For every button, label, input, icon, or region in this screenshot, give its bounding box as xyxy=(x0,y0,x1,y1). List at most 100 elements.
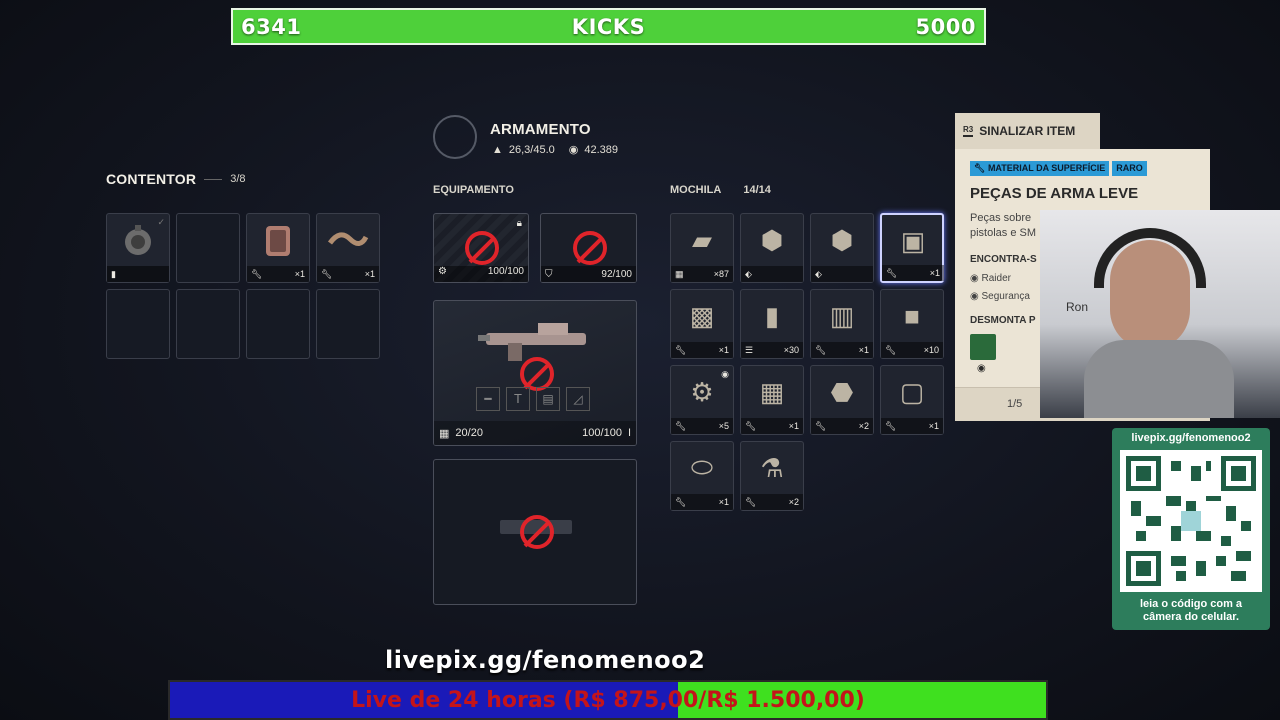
slot-footer: 🔧︎ ×10 xyxy=(881,342,943,358)
durability-icon: I xyxy=(627,427,631,439)
shield-slot[interactable]: ⛉ 92/100 xyxy=(540,213,637,283)
machine-icon: ▥ xyxy=(829,300,855,331)
backpack-slot-4[interactable]: ▣ 🔧︎ ×1 xyxy=(880,213,944,283)
backpack-slot-8[interactable]: ■ 🔧︎ ×10 xyxy=(880,289,944,359)
magazine-attachment-icon[interactable]: ▤ xyxy=(536,387,560,411)
muzzle-attachment-icon[interactable]: ━ xyxy=(476,387,500,411)
metal-part-icon: ⬢ xyxy=(760,224,784,255)
augment-slot[interactable]: 🔒︎ ⚙ 100/100 xyxy=(433,213,529,283)
qr-code-icon[interactable] xyxy=(1120,450,1262,592)
slot-footer: 🔧︎ ×1 xyxy=(671,494,733,510)
container-slot-3[interactable]: 🔧︎ ×1 xyxy=(246,213,310,283)
slot-footer: ⛉ 92/100 xyxy=(541,266,636,282)
slot-footer: 🔧︎ ×2 xyxy=(741,494,803,510)
slot-footer: ⚙ 100/100 xyxy=(434,266,528,282)
shield-durability: 92/100 xyxy=(601,268,632,280)
loadout-avatar[interactable] xyxy=(433,115,477,159)
slot-qty: ×1 xyxy=(718,345,729,355)
slot-footer: 🔧︎ ×1 xyxy=(881,418,943,434)
coin-icon: ◉ xyxy=(568,144,579,156)
book-icon: ▮ xyxy=(111,268,116,279)
slot-footer: ☰ ×30 xyxy=(741,342,803,358)
backpack-slot-9[interactable]: ⚙ 🔧︎ ×5 ◉ xyxy=(670,365,734,435)
equipment-label: EQUIPAMENTO xyxy=(433,184,514,196)
backpack-slot-12[interactable]: ▢ 🔧︎ ×1 xyxy=(880,365,944,435)
wrench-icon: 🔧︎ xyxy=(745,420,757,431)
slot-footer: ⬖ xyxy=(811,266,873,282)
item-name: PEÇAS DE ARMA LEVE xyxy=(970,185,1139,202)
backpack-slot-1[interactable]: ▰ ▦ ×87 xyxy=(670,213,734,283)
canister-icon: ⬭ xyxy=(690,452,714,482)
dismantle-result-icon[interactable] xyxy=(970,334,996,360)
qr-caption: leia o código com a câmera do celular. xyxy=(1139,598,1243,623)
blocked-icon xyxy=(465,231,499,270)
container-slot-4[interactable]: 🔧︎ ×1 xyxy=(316,213,380,283)
container-slot-5[interactable] xyxy=(106,289,170,359)
backpack-slot-14[interactable]: ⚗ 🔧︎ ×2 xyxy=(740,441,804,511)
slot-footer: 🔧︎ ×1 xyxy=(811,342,873,358)
dismantle-label: DESMONTA P xyxy=(970,315,1036,326)
kicks-right-value: 5000 xyxy=(915,14,976,39)
slot-footer: 🔧︎ ×5 xyxy=(671,418,733,434)
backpack-slot-11[interactable]: ⬣ 🔧︎ ×2 xyxy=(810,365,874,435)
underbarrel-attachment-icon[interactable]: T xyxy=(506,387,530,411)
container-slot-7[interactable] xyxy=(246,289,310,359)
slot-footer: 🔧︎ ×1 xyxy=(671,342,733,358)
slot-footer: 🔧︎ ×1 xyxy=(741,418,803,434)
category-icon: ⬖ xyxy=(745,268,752,279)
slot-qty: ×1 xyxy=(858,345,869,355)
container-slot-1[interactable]: ✓ ▮ xyxy=(106,213,170,283)
slot-qty: ×2 xyxy=(788,497,799,507)
backpack-slot-5[interactable]: ▩ 🔧︎ ×1 xyxy=(670,289,734,359)
container-slot-8[interactable] xyxy=(316,289,380,359)
slot-footer: 🔧︎ ×1 xyxy=(317,266,379,282)
kicks-title: KICKS xyxy=(571,14,646,39)
backpack-slot-10[interactable]: ▦ 🔧︎ ×1 xyxy=(740,365,804,435)
slot-qty: ×1 xyxy=(788,421,799,431)
slot-qty: ×30 xyxy=(783,345,799,355)
lock-icon: 🔒︎ xyxy=(516,218,522,229)
streamer-shirt xyxy=(1084,340,1234,418)
found-entry-1: ◉ Raider xyxy=(970,273,1011,284)
item-description: Peças sobre pistolas e SM xyxy=(970,212,1037,239)
slot-footer: 🔧︎ ×1 xyxy=(882,265,944,281)
backpack-slot-7[interactable]: ▥ 🔧︎ ×1 xyxy=(810,289,874,359)
slot-qty: ×10 xyxy=(923,345,939,355)
wrench-icon: 🔧︎ xyxy=(251,268,263,279)
backpack-header: MOCHILA 14/14 xyxy=(670,184,771,196)
wrench-icon: 🔧︎ xyxy=(675,496,687,507)
container-title: CONTENTOR xyxy=(106,171,197,187)
weapon-footer: ▦ 20/20 100/100 I xyxy=(434,421,636,445)
scrap-icon: ⬣ xyxy=(830,376,854,407)
container-slot-6[interactable] xyxy=(176,289,240,359)
divider xyxy=(204,178,223,180)
wrench-icon: 🔧︎ xyxy=(815,420,827,431)
weight-icon: ▲ xyxy=(492,143,503,156)
wrench-icon: 🔧︎ xyxy=(885,344,897,355)
backpack-slot-13[interactable]: ⬭ 🔧︎ ×1 xyxy=(670,441,734,511)
wrench-icon: 🔧︎ xyxy=(745,496,757,507)
category-icon: ⬖ xyxy=(815,268,822,279)
checkmark-icon: ✓ xyxy=(157,217,165,227)
page-indicator: 1/5 xyxy=(1007,398,1023,410)
eye-icon: ◉ xyxy=(977,363,986,374)
primary-weapon-slot[interactable]: ━ T ▤ ◿ ▦ 20/20 100/100 I xyxy=(433,300,637,446)
secondary-weapon-slot[interactable] xyxy=(433,459,637,605)
eye-icon: ◉ xyxy=(721,369,729,379)
backpack-slot-6[interactable]: ▮ ☰ ×30 xyxy=(740,289,804,359)
case-icon: ▦ xyxy=(759,376,785,407)
ammo-box-icon: ▰ xyxy=(692,224,712,255)
backpack-slot-3[interactable]: ⬢ ⬖ xyxy=(810,213,874,283)
container-slot-2[interactable] xyxy=(176,213,240,283)
cable-icon xyxy=(317,214,379,266)
stock-attachment-icon[interactable]: ◿ xyxy=(566,387,590,411)
wrench-icon: 🔧︎ xyxy=(885,420,897,431)
microscope-icon: ⚗ xyxy=(760,452,784,483)
signal-item-button[interactable]: R3 SINALIZAR ITEM xyxy=(955,113,1100,149)
kicks-left-value: 6341 xyxy=(241,14,302,39)
backpack-count: 14/14 xyxy=(743,184,771,196)
webcam-feed: Ron xyxy=(1040,210,1280,418)
category-tag: 🔧︎ MATERIAL DA SUPERFÍCIE xyxy=(970,161,1110,176)
backpack-slot-2[interactable]: ⬢ ⬖ xyxy=(740,213,804,283)
qr-url: livepix.gg/fenomenoo2 xyxy=(1131,432,1251,444)
